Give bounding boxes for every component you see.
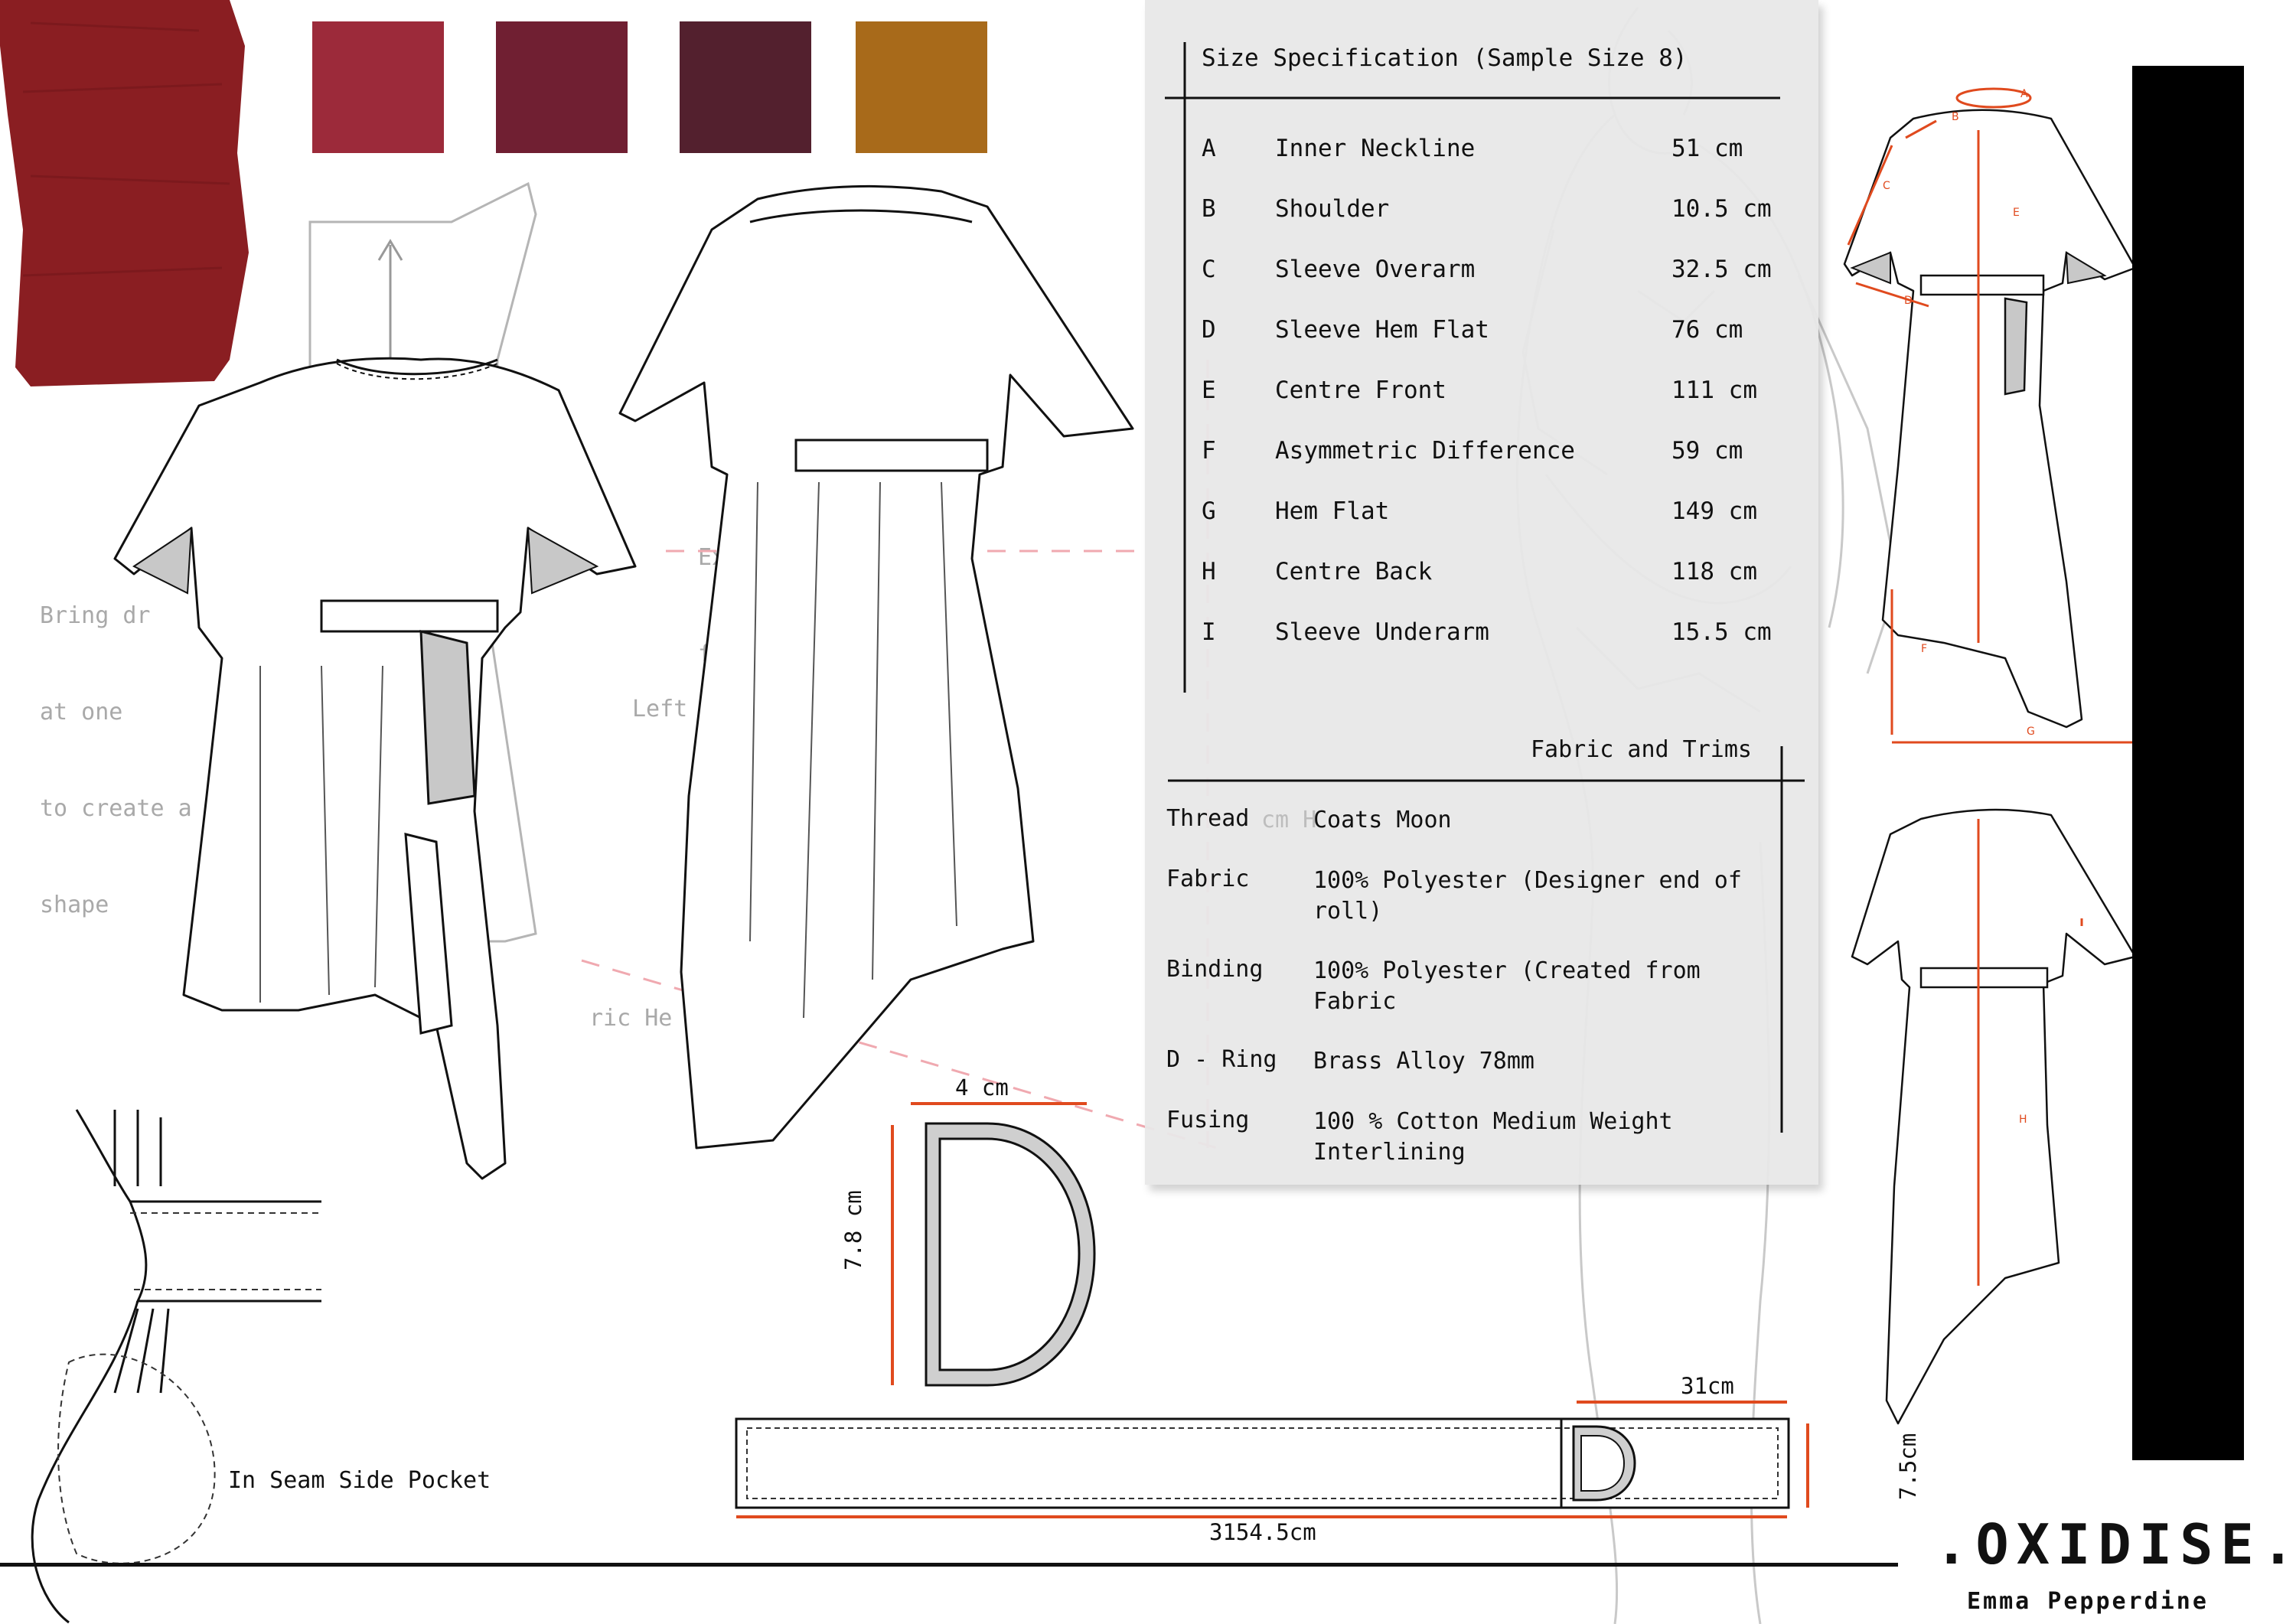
spec-code: D <box>1202 316 1216 344</box>
spec-name: Inner Neckline <box>1275 135 1476 162</box>
spec-code: G <box>1202 497 1216 525</box>
spec-name: Sleeve Underarm <box>1275 618 1489 646</box>
spec-code: A <box>1202 135 1216 162</box>
spec-name: Centre Back <box>1275 558 1433 585</box>
spec-name: Centre Front <box>1275 377 1446 404</box>
spec-row: G Hem Flat 149 cm <box>1202 497 1799 536</box>
fabric-value: 100% Polyester (Designer end of roll) <box>1313 867 1742 925</box>
spec-name: Sleeve Overarm <box>1275 256 1476 283</box>
black-bar <box>2132 66 2244 1460</box>
spec-row: I Sleeve Underarm 15.5 cm <box>1202 618 1799 657</box>
fabric-label: Fusing <box>1166 1107 1250 1133</box>
measure-letter-e: E <box>2013 207 2020 219</box>
measure-letter-h: H <box>2019 1114 2027 1126</box>
measure-letter-b: B <box>1952 111 1959 123</box>
spec-value: 15.5 cm <box>1671 618 1772 646</box>
fabric-title: Fabric and Trims <box>1531 736 1752 763</box>
pocket-detail-drawing <box>31 1109 321 1624</box>
spec-name: Hem Flat <box>1275 497 1390 525</box>
spec-value: 59 cm <box>1671 437 1743 465</box>
measure-letter-g: G <box>2027 726 2035 738</box>
spec-row: F Asymmetric Difference 59 cm <box>1202 437 1799 475</box>
spec-code: B <box>1202 195 1216 223</box>
fabric-value: Coats Moon <box>1313 807 1452 833</box>
measure-letter-a: A <box>2020 88 2028 100</box>
belt-end-label: 31cm <box>1681 1373 1734 1399</box>
fabric-value: 100 % Cotton Medium Weight Interlining <box>1313 1108 1673 1166</box>
spec-row: B Shoulder 10.5 cm <box>1202 195 1799 233</box>
spec-row: A Inner Neckline 51 cm <box>1202 135 1799 173</box>
spec-row: H Centre Back 118 cm <box>1202 558 1799 596</box>
spec-panel: Size Specification (Sample Size 8) A Inne… <box>1145 0 1818 1185</box>
fabric-value: Brass Alloy 78mm <box>1313 1048 1534 1075</box>
spec-value: 111 cm <box>1671 377 1757 404</box>
d-ring-height-label: 7.8 cm <box>840 1190 866 1270</box>
measure-letter-f: F <box>1921 643 1928 655</box>
fabric-label: D - Ring <box>1166 1046 1277 1073</box>
spec-code: C <box>1202 256 1216 283</box>
belt-length-label: 3154.5cm <box>1209 1519 1316 1545</box>
spec-code: H <box>1202 558 1216 585</box>
spec-value: 76 cm <box>1671 316 1743 344</box>
spec-name: Sleeve Hem Flat <box>1275 316 1489 344</box>
spec-value: 149 cm <box>1671 497 1757 525</box>
d-ring-width-label: 4 cm <box>955 1075 1009 1101</box>
dress-back-drawing <box>618 184 1134 1150</box>
fabric-label: Binding <box>1166 956 1264 983</box>
spec-row: D Sleeve Hem Flat 76 cm <box>1202 316 1799 354</box>
d-ring-drawing <box>891 1102 1096 1387</box>
note-cm-hem: cm H <box>1261 807 1317 833</box>
fabric-label: Fabric <box>1166 866 1250 892</box>
bottom-rule <box>0 1563 1898 1567</box>
fabric-value: 100% Polyester (Created from Fabric <box>1313 957 1701 1015</box>
measure-letter-c: C <box>1883 180 1890 192</box>
spec-title: Size Specification (Sample Size 8) <box>1202 44 1688 72</box>
measured-dress-front <box>1843 87 2137 744</box>
spec-value: 32.5 cm <box>1671 256 1772 283</box>
measured-dress-back <box>1851 808 2137 1425</box>
spec-code: I <box>1202 618 1216 646</box>
spec-row: E Centre Front 111 cm <box>1202 377 1799 415</box>
belt-drawing <box>735 1401 1809 1518</box>
fabric-label: Thread <box>1166 805 1250 832</box>
brand-title: .OXIDISE. <box>1935 1512 2296 1577</box>
spec-value: 118 cm <box>1671 558 1757 585</box>
measure-letter-d: D <box>1904 295 1913 307</box>
spec-value: 10.5 cm <box>1671 195 1772 223</box>
spec-value: 51 cm <box>1671 135 1743 162</box>
designer-name: Emma Pepperdine <box>1967 1588 2209 1615</box>
spec-code: F <box>1202 437 1216 465</box>
spec-name: Shoulder <box>1275 195 1390 223</box>
spec-name: Asymmetric Difference <box>1275 437 1575 465</box>
spec-code: E <box>1202 377 1216 404</box>
pocket-label: In Seam Side Pocket <box>228 1467 491 1494</box>
spec-row: C Sleeve Overarm 32.5 cm <box>1202 256 1799 294</box>
